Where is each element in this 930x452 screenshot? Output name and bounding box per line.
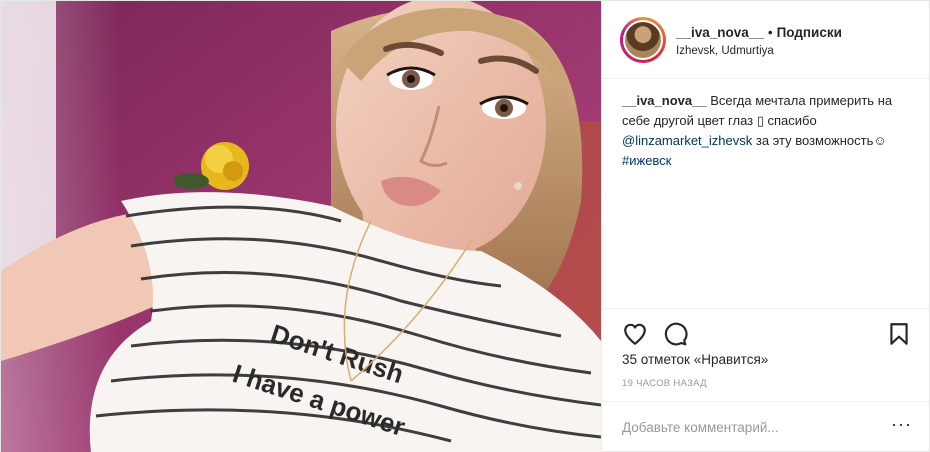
location-link[interactable]: Izhevsk, Udmurtiya xyxy=(676,45,774,57)
post-photo[interactable]: Don't Rush I have a power xyxy=(1,1,601,452)
avatar[interactable] xyxy=(623,20,663,60)
likes-count[interactable]: 35 отметок «Нравится» xyxy=(622,352,768,367)
caption-emoji-box: ▯ xyxy=(756,113,764,128)
post-header: __iva_nova__ • Подписки Izhevsk, Udmurtiya xyxy=(602,1,930,79)
caption-text-3: за эту возможность xyxy=(752,133,874,148)
caption-hashtag-link[interactable]: #ижевск xyxy=(622,153,671,168)
comment-bar: ··· xyxy=(602,401,930,452)
post-timestamp[interactable]: 19 часов назад xyxy=(622,378,707,389)
post-side-panel: __iva_nova__ • Подписки Izhevsk, Udmurtiya… xyxy=(601,1,930,452)
post-caption: __iva_nova__ Всегда мечтала примерить на… xyxy=(622,91,914,171)
avatar-story-ring[interactable] xyxy=(620,17,666,63)
caption-username[interactable]: __iva_nova__ xyxy=(622,93,707,108)
username-link[interactable]: __iva_nova__ xyxy=(676,25,764,40)
selfie-illustration: Don't Rush I have a power xyxy=(1,1,601,452)
caption-mention-link[interactable]: @linzamarket_izhevsk xyxy=(622,133,752,148)
following-button[interactable]: Подписки xyxy=(777,25,842,40)
caption-emoji-face: ☺ xyxy=(873,133,887,148)
comment-input[interactable] xyxy=(622,416,882,438)
bookmark-icon[interactable] xyxy=(886,321,912,347)
more-options-icon[interactable]: ··· xyxy=(891,414,912,435)
caption-text-2: спасибо xyxy=(763,113,817,128)
avatar-image xyxy=(625,22,661,58)
separator-dot: • xyxy=(767,25,773,40)
comment-icon[interactable] xyxy=(662,321,688,347)
user-line: __iva_nova__ • Подписки xyxy=(676,25,842,40)
heart-icon[interactable] xyxy=(622,321,648,347)
action-bar xyxy=(602,308,930,354)
instagram-post: Don't Rush I have a power __iva_nova__ • П… xyxy=(0,0,930,452)
